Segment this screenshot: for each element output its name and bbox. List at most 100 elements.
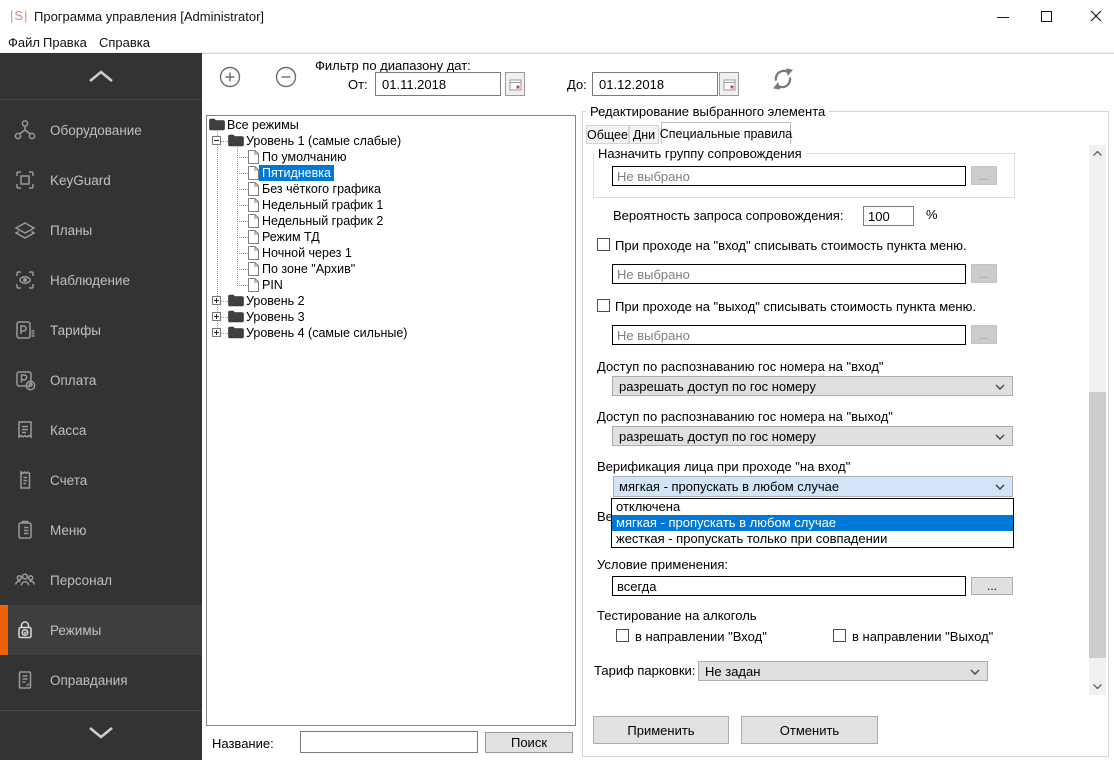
tree-item[interactable]: Уровень 4 (самые сильные) <box>207 325 575 341</box>
plate-access-out-select[interactable]: разрешать доступ по гос номеру <box>612 426 1013 446</box>
sidebar-scroll-down[interactable] <box>87 726 115 742</box>
sidebar-item-payment[interactable]: Оплата <box>0 355 202 405</box>
dropdown-option[interactable]: мягкая - пропускать в любом случае <box>612 515 1013 531</box>
sidebar-item-accounts[interactable]: Счета <box>0 455 202 505</box>
sidebar-item-tariffs[interactable]: Тарифы <box>0 305 202 355</box>
tab-special-rules[interactable]: Специальные правила <box>660 122 792 144</box>
alcohol-in-checkbox[interactable] <box>616 629 629 642</box>
escort-group-input[interactable]: Не выбрано <box>612 166 966 186</box>
maximize-button[interactable] <box>1024 0 1069 30</box>
entry-menu-cost-checkbox[interactable] <box>597 238 610 251</box>
alcohol-out-checkbox[interactable] <box>833 629 846 642</box>
apply-condition-label: Условие применения: <box>597 557 729 572</box>
tree-item-label: PIN <box>262 278 283 292</box>
sidebar-item-observation[interactable]: Наблюдение <box>0 255 202 305</box>
folder-icon <box>209 118 225 134</box>
plate-access-in-select[interactable]: разрешать доступ по гос номеру <box>612 376 1013 396</box>
sidebar-items: Оборудование KeyGuard Планы Наблюдение Тариф… <box>0 105 202 705</box>
tree-item[interactable]: По зоне "Архив" <box>207 261 575 277</box>
tree-expander-plus[interactable] <box>212 296 221 305</box>
chevron-down-icon <box>995 384 1005 390</box>
tree-item[interactable]: Режим ТД <box>207 229 575 245</box>
scrollbar-thumb[interactable] <box>1089 392 1106 658</box>
menu-help[interactable]: Справка <box>99 35 150 50</box>
bill-icon <box>13 468 37 492</box>
date-from-calendar-button[interactable] <box>505 72 525 96</box>
tree-item[interactable]: Недельный график 2 <box>207 213 575 229</box>
apply-condition-browse-button[interactable]: ... <box>971 577 1013 595</box>
sidebar-item-menu[interactable]: Меню <box>0 505 202 555</box>
zoom-out-button[interactable] <box>275 66 297 88</box>
folder-icon <box>228 134 244 150</box>
tree-connector <box>237 189 248 190</box>
chevron-up-icon <box>1093 151 1102 156</box>
eye-icon <box>13 268 37 292</box>
tree-item[interactable]: Пятидневка <box>207 165 575 181</box>
exit-menu-cost-checkbox[interactable] <box>597 299 610 312</box>
tree-item[interactable]: По умолчанию <box>207 149 575 165</box>
sidebar-item-label: Касса <box>50 422 87 438</box>
parking-tariff-select[interactable]: Не задан <box>698 661 988 681</box>
escort-probability-input[interactable]: 100 <box>863 206 914 226</box>
search-name-input[interactable] <box>300 731 478 753</box>
sidebar-item-label: Меню <box>50 522 87 538</box>
tree-expander-plus[interactable] <box>212 312 221 321</box>
search-button[interactable]: Поиск <box>485 732 573 753</box>
tab-days[interactable]: Дни <box>629 125 659 144</box>
entry-menu-cost-input[interactable]: Не выбрано <box>612 264 966 284</box>
date-to-calendar-button[interactable] <box>719 72 739 96</box>
tree-item[interactable]: Уровень 3 <box>207 309 575 325</box>
tree-item-label: Уровень 1 (самые слабые) <box>246 134 402 148</box>
apply-condition-input[interactable]: всегда <box>612 576 966 596</box>
exit-menu-cost-input[interactable]: Не выбрано <box>612 325 966 345</box>
exit-menu-cost-browse-button[interactable]: ... <box>971 325 997 344</box>
date-from-input[interactable]: 01.11.2018 <box>375 72 501 96</box>
menu-file[interactable]: Файл <box>8 35 40 50</box>
face-verification-in-select[interactable]: мягкая - пропускать в любом случае <box>613 476 1013 497</box>
close-icon <box>1090 10 1102 22</box>
tree-expander-minus[interactable] <box>212 136 221 145</box>
lock-check-icon <box>13 618 37 642</box>
tree-item[interactable]: Ночной через 1 <box>207 245 575 261</box>
apply-button[interactable]: Применить <box>593 716 729 744</box>
minimize-icon <box>997 17 1009 18</box>
date-from-label: От: <box>348 77 368 92</box>
refresh-button[interactable] <box>770 66 796 92</box>
sidebar-item-equipment[interactable]: Оборудование <box>0 105 202 155</box>
tab-general[interactable]: Общее <box>586 125 629 144</box>
minimize-button[interactable] <box>980 0 1025 30</box>
sidebar-item-modes[interactable]: Режимы <box>0 605 202 655</box>
tree-item[interactable]: Недельный график 1 <box>207 197 575 213</box>
zoom-in-button[interactable] <box>219 66 241 88</box>
tree-expander-plus[interactable] <box>212 328 221 337</box>
sidebar-item-excuses[interactable]: Оправдания <box>0 655 202 705</box>
sidebar-item-personnel[interactable]: Персонал <box>0 555 202 605</box>
chevron-down-icon <box>995 434 1005 440</box>
entry-menu-cost-label: При проходе на "вход" списывать стоимост… <box>615 238 967 253</box>
menu-edit[interactable]: Правка <box>43 35 87 50</box>
tree-item[interactable]: Уровень 1 (самые слабые) <box>207 133 575 149</box>
sidebar-item-keyguard[interactable]: KeyGuard <box>0 155 202 205</box>
tree-item[interactable]: Все режимы <box>207 117 575 133</box>
tree-item[interactable]: Без чёткого графика <box>207 181 575 197</box>
sidebar-separator <box>0 710 202 711</box>
parking-tariff-value: Не задан <box>705 663 761 679</box>
plate-access-in-value: разрешать доступ по гос номеру <box>619 378 816 394</box>
editor-scrollbar[interactable] <box>1089 145 1106 695</box>
scroll-down-arrow[interactable] <box>1089 678 1106 695</box>
sidebar-scroll-up[interactable] <box>0 53 202 100</box>
sidebar-item-cashbox[interactable]: Касса <box>0 405 202 455</box>
dropdown-option[interactable]: жесткая - пропускать только при совпаден… <box>612 531 1013 547</box>
escort-group-browse-button[interactable]: ... <box>971 166 997 185</box>
sidebar-item-plans[interactable]: Планы <box>0 205 202 255</box>
dropdown-option[interactable]: отключена <box>612 499 1013 515</box>
network-icon <box>13 118 37 142</box>
date-to-input[interactable]: 01.12.2018 <box>592 72 718 96</box>
tree-item[interactable]: Уровень 2 <box>207 293 575 309</box>
cancel-button[interactable]: Отменить <box>741 716 878 744</box>
tree-item[interactable]: PIN <box>207 277 575 293</box>
close-button[interactable] <box>1069 0 1114 30</box>
document-check-icon <box>13 668 37 692</box>
scroll-up-arrow[interactable] <box>1089 145 1106 162</box>
entry-menu-cost-browse-button[interactable]: ... <box>971 264 997 283</box>
